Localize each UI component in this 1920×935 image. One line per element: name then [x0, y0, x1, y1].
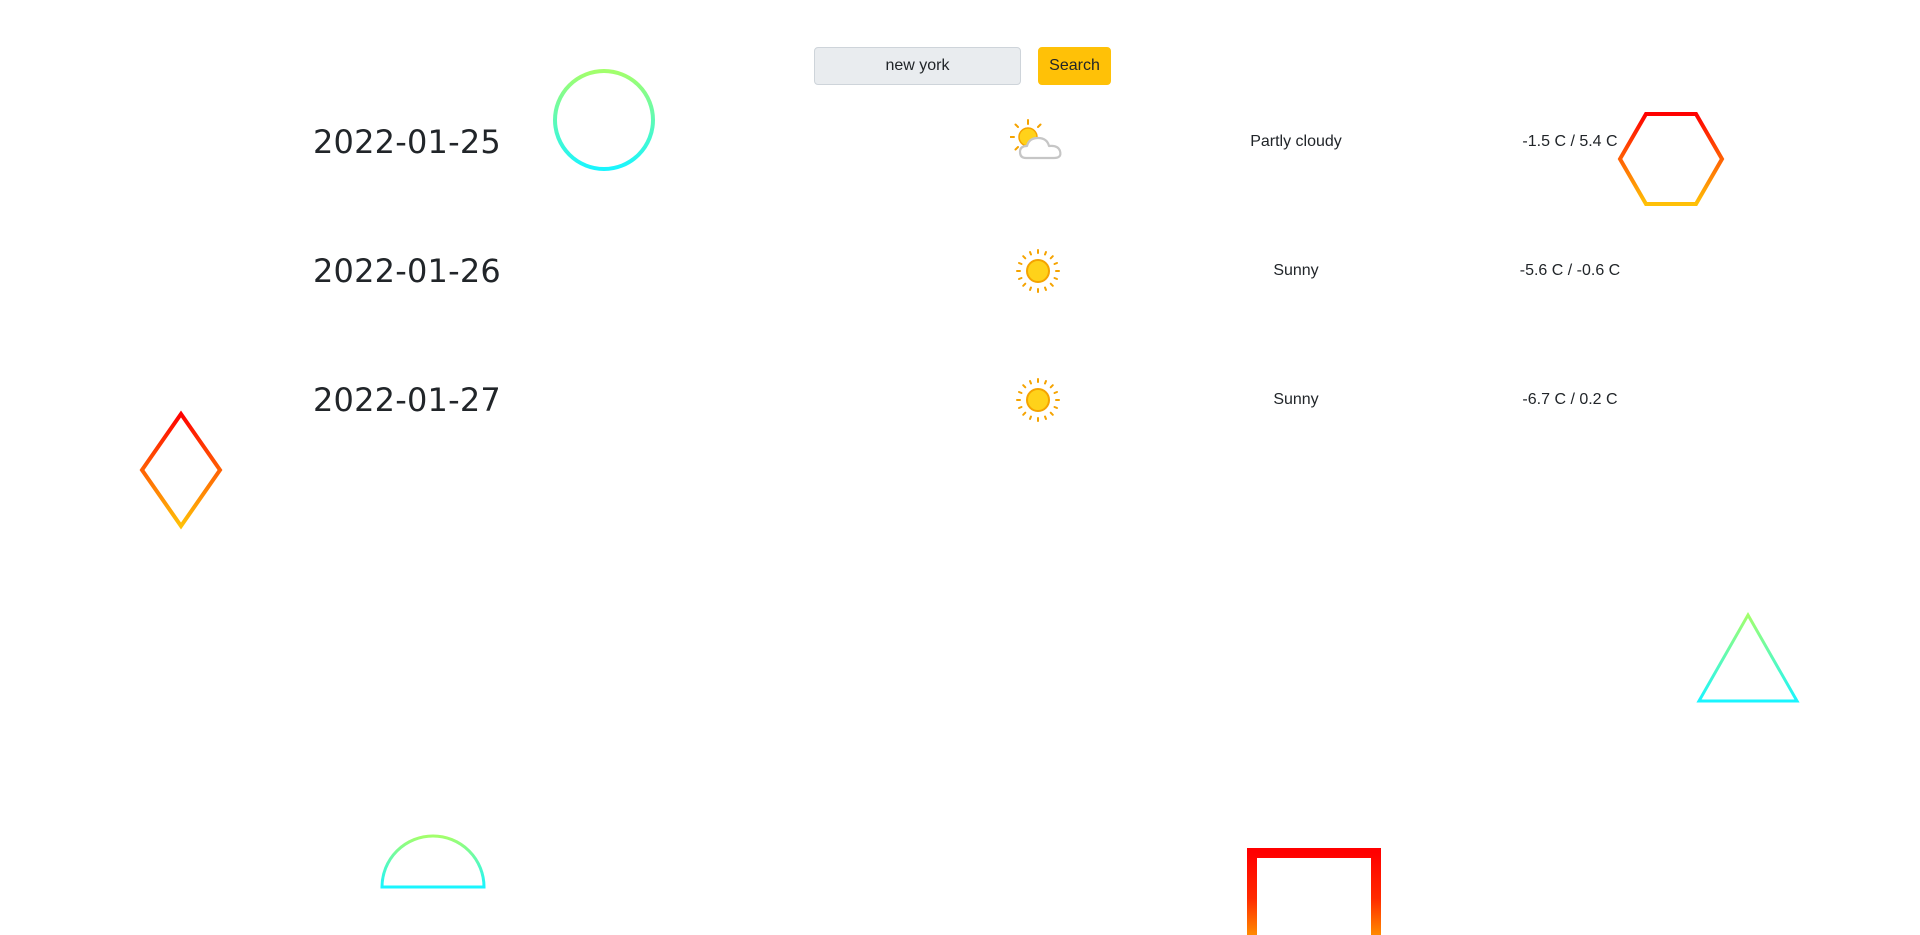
forecast-date: 2022-01-26: [313, 252, 501, 290]
forecast-condition: Sunny: [1273, 391, 1319, 408]
search-bar: Search: [814, 47, 1111, 85]
forecast-date: 2022-01-25: [313, 123, 501, 161]
half-circle-outline-shape: [380, 834, 486, 889]
forecast-date: 2022-01-27: [313, 381, 501, 419]
sun-icon: [1016, 378, 1060, 422]
weather-page: Search 2022-01-25 Partly cloudy -1.5 C /…: [0, 0, 1920, 935]
forecast-condition: Partly cloudy: [1250, 133, 1342, 150]
forecast-temperature: -6.7 C / 0.2 C: [1522, 391, 1618, 408]
forecast-temperature: -1.5 C / 5.4 C: [1522, 133, 1618, 150]
search-button[interactable]: Search: [1038, 47, 1111, 85]
forecast-row: 2022-01-26 Sunny -5.6 C / -0.6 C: [0, 239, 1920, 303]
partly-cloudy-icon: [1010, 119, 1062, 160]
forecast-condition: Sunny: [1273, 262, 1319, 279]
forecast-temperature: -5.6 C / -0.6 C: [1519, 262, 1621, 279]
open-square-outline-shape: [1247, 848, 1381, 935]
search-input[interactable]: [814, 47, 1021, 85]
sun-icon: [1016, 249, 1060, 293]
triangle-outline-shape: [1696, 611, 1800, 703]
forecast-row: 2022-01-25 Partly cloudy -1.5 C / 5.4 C: [0, 110, 1920, 174]
forecast-row: 2022-01-27 Sunny -6.7 C / 0.2 C: [0, 368, 1920, 432]
